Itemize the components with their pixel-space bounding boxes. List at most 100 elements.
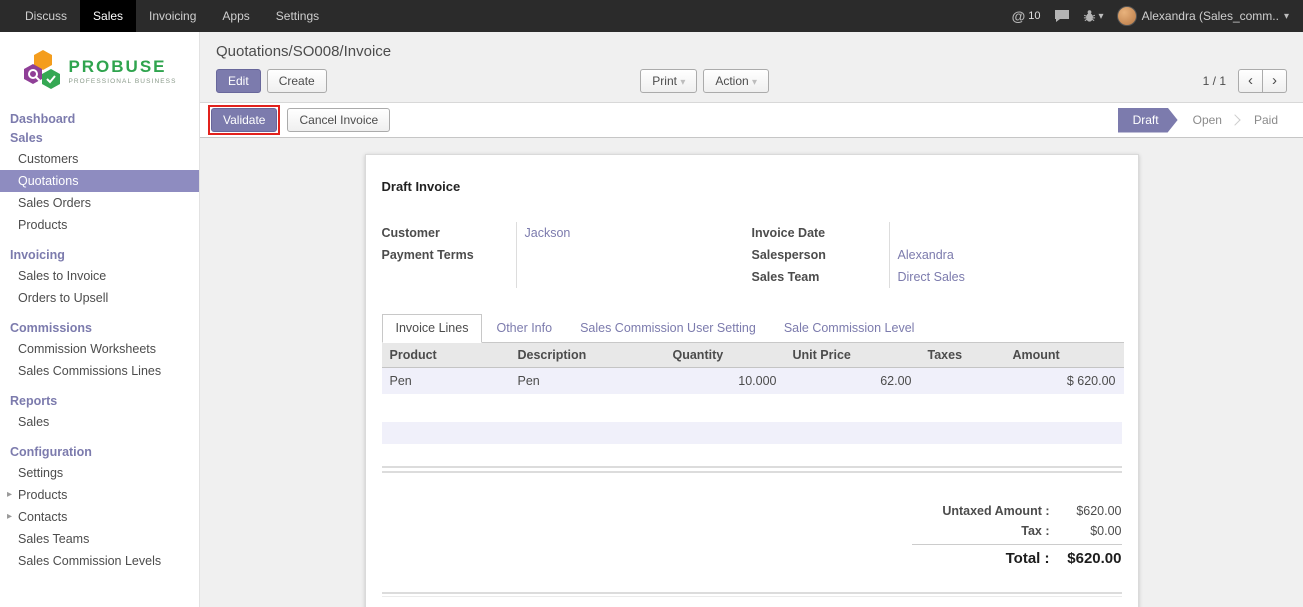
- footer-separator: [382, 592, 1122, 597]
- salesperson-value-link[interactable]: Alexandra: [898, 248, 954, 262]
- invoice-sheet: Draft Invoice Customer Payment Terms Jac…: [365, 154, 1139, 607]
- status-draft[interactable]: Draft: [1118, 108, 1178, 133]
- document-title: Draft Invoice: [382, 179, 1122, 194]
- tab-invoice-lines[interactable]: Invoice Lines: [382, 314, 483, 343]
- caret-down-icon: ▾: [680, 77, 685, 88]
- menu-invoicing[interactable]: Invoicing: [136, 0, 209, 32]
- sidebar-item-commission-worksheets[interactable]: Commission Worksheets: [0, 338, 199, 360]
- avatar: [1117, 6, 1137, 26]
- customer-label: Customer: [382, 222, 516, 244]
- col-taxes[interactable]: Taxes: [920, 343, 1005, 368]
- sidebar-item-orders-to-upsell[interactable]: Orders to Upsell: [0, 287, 199, 309]
- breadcrumb-so008[interactable]: SO008: [293, 43, 340, 60]
- untaxed-amount-label: Untaxed Amount :: [912, 504, 1050, 518]
- pager-value: 1 / 1: [1203, 74, 1226, 88]
- tax-value: $0.00: [1050, 524, 1122, 538]
- sidebar: PROBUSE PROFESSIONAL BUSINESS Dashboard …: [0, 32, 200, 607]
- pager-next-button[interactable]: ›: [1263, 69, 1287, 93]
- sidebar-item-quotations[interactable]: Quotations: [0, 170, 199, 192]
- payment-terms-value: [517, 244, 752, 266]
- content-area: Quotations/SO008/Invoice Edit Create Pri…: [200, 32, 1303, 607]
- sidebar-heading-configuration[interactable]: Configuration: [0, 441, 199, 462]
- pager-buttons: ‹ ›: [1238, 69, 1287, 93]
- messages-icon[interactable]: [1054, 9, 1070, 23]
- salesperson-label: Salesperson: [752, 244, 889, 266]
- sidebar-item-products[interactable]: Products: [0, 214, 199, 236]
- create-button[interactable]: Create: [267, 69, 327, 93]
- tab-other-info[interactable]: Other Info: [482, 314, 566, 343]
- col-amount[interactable]: Amount: [1005, 343, 1124, 368]
- customer-value-link[interactable]: Jackson: [525, 226, 571, 240]
- chat-bubble-icon: [1054, 9, 1070, 23]
- cell-unit-price: 62.00: [785, 368, 920, 395]
- tab-sales-commission-user-setting[interactable]: Sales Commission User Setting: [566, 314, 770, 343]
- form-statusbar: Validate Cancel Invoice Draft Open Paid: [200, 102, 1303, 138]
- col-unit-price[interactable]: Unit Price: [785, 343, 920, 368]
- sidebar-item-config-products[interactable]: ▸ Products: [0, 484, 199, 506]
- main-area: PROBUSE PROFESSIONAL BUSINESS Dashboard …: [0, 32, 1303, 607]
- edit-button[interactable]: Edit: [216, 69, 261, 93]
- cp-left-buttons: Edit Create: [216, 69, 327, 93]
- status-open[interactable]: Open: [1178, 108, 1237, 133]
- sidebar-heading-invoicing[interactable]: Invoicing: [0, 244, 199, 265]
- invoice-date-label: Invoice Date: [752, 222, 889, 244]
- menu-discuss[interactable]: Discuss: [12, 0, 80, 32]
- sidebar-item-customers[interactable]: Customers: [0, 148, 199, 170]
- breadcrumb-quotations[interactable]: Quotations: [216, 43, 289, 60]
- action-dropdown-button[interactable]: Action ▾: [703, 69, 769, 93]
- mention-counter[interactable]: @ 10: [1012, 8, 1041, 24]
- sidebar-item-sales-commission-levels[interactable]: Sales Commission Levels: [0, 550, 199, 572]
- sidebar-item-sales-commissions-lines[interactable]: Sales Commissions Lines: [0, 360, 199, 382]
- validate-button[interactable]: Validate: [211, 108, 277, 132]
- menu-apps[interactable]: Apps: [209, 0, 262, 32]
- table-header-row: Product Description Quantity Unit Price …: [382, 343, 1124, 368]
- sidebar-item-reports-sales[interactable]: Sales: [0, 411, 199, 433]
- field-labels: Customer Payment Terms: [382, 222, 517, 288]
- col-quantity[interactable]: Quantity: [665, 343, 785, 368]
- field-values: Jackson: [517, 222, 752, 288]
- bug-icon: [1083, 9, 1096, 23]
- cp-center-buttons: Print ▾ Action ▾: [640, 69, 769, 93]
- debug-menu[interactable]: ▾: [1083, 9, 1104, 23]
- cancel-invoice-button[interactable]: Cancel Invoice: [287, 108, 390, 132]
- status-paid[interactable]: Paid: [1239, 108, 1293, 133]
- table-row[interactable]: Pen Pen 10.000 62.00 $ 620.00: [382, 368, 1124, 395]
- total-row: Total : $620.00: [912, 544, 1122, 570]
- pager-previous-button[interactable]: ‹: [1238, 69, 1263, 93]
- totals-block: Untaxed Amount : $620.00 Tax : $0.00 Tot…: [912, 501, 1122, 570]
- sidebar-item-sales-teams[interactable]: Sales Teams: [0, 528, 199, 550]
- menu-settings[interactable]: Settings: [263, 0, 332, 32]
- app-logo[interactable]: PROBUSE PROFESSIONAL BUSINESS: [0, 32, 199, 108]
- sidebar-item-settings[interactable]: Settings: [0, 462, 199, 484]
- sales-team-value-link[interactable]: Direct Sales: [898, 270, 965, 284]
- col-description[interactable]: Description: [510, 343, 665, 368]
- sidebar-item-label: Products: [18, 488, 67, 502]
- payment-terms-label: Payment Terms: [382, 244, 516, 266]
- sidebar-item-sales-orders[interactable]: Sales Orders: [0, 192, 199, 214]
- field-groups: Customer Payment Terms Jackson Invoice D…: [382, 222, 1122, 288]
- print-label: Print: [652, 74, 677, 88]
- validate-annotation-box: Validate: [208, 105, 280, 135]
- print-dropdown-button[interactable]: Print ▾: [640, 69, 697, 93]
- tax-label: Tax :: [912, 524, 1050, 538]
- col-product[interactable]: Product: [382, 343, 510, 368]
- sidebar-heading-reports[interactable]: Reports: [0, 390, 199, 411]
- field-group-left: Customer Payment Terms Jackson: [382, 222, 752, 288]
- sidebar-heading-sales[interactable]: Sales: [0, 129, 199, 148]
- cell-description: Pen: [510, 368, 665, 395]
- tab-sale-commission-level[interactable]: Sale Commission Level: [770, 314, 929, 343]
- expand-arrow-icon[interactable]: ▸: [7, 511, 12, 522]
- sidebar-item-label: Contacts: [18, 510, 67, 524]
- sidebar-heading-commissions[interactable]: Commissions: [0, 317, 199, 338]
- sidebar-item-dashboard[interactable]: Dashboard: [0, 108, 199, 129]
- expand-arrow-icon[interactable]: ▸: [7, 489, 12, 500]
- field-labels: Invoice Date Salesperson Sales Team: [752, 222, 890, 288]
- menu-sales[interactable]: Sales: [80, 0, 136, 32]
- invoice-lines-table: Product Description Quantity Unit Price …: [382, 342, 1124, 394]
- sidebar-item-sales-to-invoice[interactable]: Sales to Invoice: [0, 265, 199, 287]
- logo-title: PROBUSE: [68, 57, 176, 77]
- section-separator: [382, 466, 1122, 473]
- cell-amount: $ 620.00: [1005, 368, 1124, 395]
- sidebar-item-contacts[interactable]: ▸ Contacts: [0, 506, 199, 528]
- user-menu[interactable]: Alexandra (Sales_comm.. ▾: [1117, 6, 1289, 26]
